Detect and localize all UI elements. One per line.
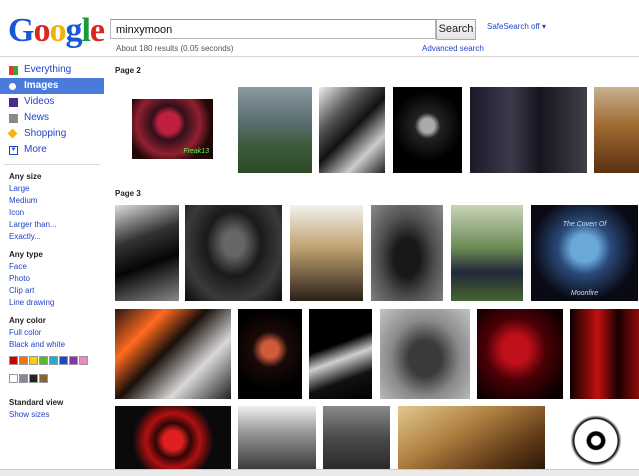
page-3-label: Page 3: [115, 189, 141, 198]
image-result[interactable]: The Coven Of Moonfire: [531, 205, 638, 301]
search-input[interactable]: minxymoon: [110, 19, 436, 39]
color-swatch[interactable]: [29, 374, 38, 383]
color-swatch[interactable]: [9, 374, 18, 383]
color-black-white[interactable]: Black and white: [0, 339, 104, 351]
news-icon: [9, 114, 18, 123]
nav-shopping[interactable]: Shopping: [0, 126, 104, 142]
shopping-icon: [7, 128, 18, 139]
videos-icon: [9, 98, 18, 107]
image-result[interactable]: [115, 205, 179, 301]
image-result[interactable]: [115, 309, 231, 399]
color-swatch[interactable]: [39, 356, 48, 365]
image-result[interactable]: [185, 205, 282, 301]
color-swatch[interactable]: [29, 356, 38, 365]
size-medium[interactable]: Medium: [0, 195, 104, 207]
nav-more[interactable]: ▼ More: [0, 142, 104, 158]
image-result[interactable]: [290, 205, 363, 301]
type-face[interactable]: Face: [0, 261, 104, 273]
image-caption: Freak13: [183, 148, 209, 155]
google-image-search-page: Google minxymoon Search SafeSearch off ▾…: [0, 0, 639, 476]
size-icon[interactable]: Icon: [0, 207, 104, 219]
sidebar: Everything Images Videos News Shopping ▼…: [0, 62, 104, 421]
color-swatch[interactable]: [49, 356, 58, 365]
sidebar-divider: [4, 164, 100, 165]
type-photo[interactable]: Photo: [0, 273, 104, 285]
image-result[interactable]: [398, 406, 545, 469]
color-filter-title: Any color: [9, 316, 46, 325]
image-result[interactable]: [477, 309, 563, 399]
view-title: Standard view: [9, 398, 64, 407]
nav-images[interactable]: Images: [0, 78, 104, 94]
image-result[interactable]: [319, 87, 385, 173]
nav-everything[interactable]: Everything: [0, 62, 104, 78]
image-result[interactable]: [323, 406, 390, 469]
safesearch-dropdown[interactable]: SafeSearch off ▾: [487, 22, 546, 31]
images-icon: [9, 83, 16, 90]
image-result[interactable]: [238, 309, 302, 399]
image-result[interactable]: [570, 309, 639, 399]
image-result[interactable]: Freak13: [132, 99, 213, 159]
color-swatch[interactable]: [69, 356, 78, 365]
image-result[interactable]: [451, 205, 523, 301]
browser-status-bar: [0, 469, 639, 476]
color-swatch[interactable]: [79, 356, 88, 365]
size-exactly[interactable]: Exactly...: [0, 231, 104, 243]
image-result[interactable]: [553, 406, 639, 469]
image-result[interactable]: [309, 309, 372, 399]
type-line-drawing[interactable]: Line drawing: [0, 297, 104, 309]
type-clip-art[interactable]: Clip art: [0, 285, 104, 297]
search-button[interactable]: Search: [436, 19, 476, 40]
header-divider: [0, 56, 639, 57]
color-swatch[interactable]: [19, 356, 28, 365]
image-result[interactable]: [115, 406, 231, 469]
color-swatch[interactable]: [39, 374, 48, 383]
everything-icon: [9, 66, 18, 75]
color-full[interactable]: Full color: [0, 327, 104, 339]
color-swatch[interactable]: [19, 374, 28, 383]
show-sizes-link[interactable]: Show sizes: [0, 409, 104, 421]
type-filter-title: Any type: [9, 250, 43, 259]
image-result[interactable]: [371, 205, 443, 301]
image-result[interactable]: [393, 87, 462, 173]
nav-news[interactable]: News: [0, 110, 104, 126]
image-result[interactable]: [594, 87, 639, 173]
color-swatches: [0, 353, 89, 389]
size-large[interactable]: Large: [0, 183, 104, 195]
result-stats: About 180 results (0.05 seconds): [116, 44, 234, 53]
image-result[interactable]: [380, 309, 470, 399]
image-result[interactable]: [470, 87, 587, 173]
page-2-label: Page 2: [115, 66, 141, 75]
image-result[interactable]: [238, 87, 312, 173]
size-filter-title: Any size: [9, 172, 42, 181]
nav-videos[interactable]: Videos: [0, 94, 104, 110]
advanced-search-link[interactable]: Advanced search: [422, 44, 484, 53]
size-larger-than[interactable]: Larger than...: [0, 219, 104, 231]
image-caption: The Coven Of: [562, 221, 607, 228]
google-logo[interactable]: Google: [8, 14, 105, 48]
color-swatch[interactable]: [59, 356, 68, 365]
color-swatch[interactable]: [9, 356, 18, 365]
image-caption: Moonfire: [570, 290, 599, 297]
image-result[interactable]: [238, 406, 316, 469]
more-icon: ▼: [9, 146, 18, 155]
